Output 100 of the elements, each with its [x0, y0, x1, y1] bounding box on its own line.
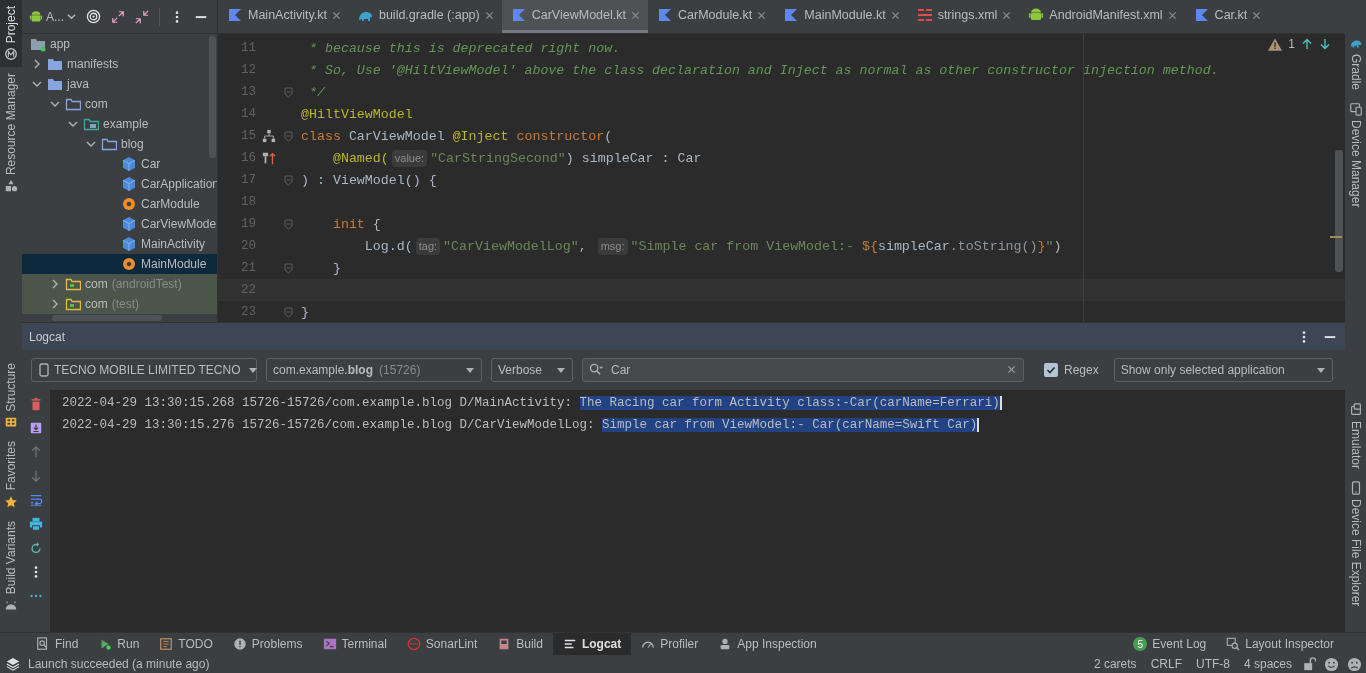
checkbox[interactable] — [1044, 363, 1058, 377]
tree-item[interactable]: MainModule — [22, 254, 217, 274]
close-icon[interactable] — [1252, 10, 1262, 20]
code-line: * So, Use '@HiltViewModel' above the class declaration and Inject as normal as other constructor injection method. — [307, 62, 1219, 78]
collapse-icon[interactable] — [135, 9, 149, 24]
tool-window-button[interactable]: Emulator — [1345, 396, 1366, 475]
item-label: com — [85, 277, 108, 291]
tool-window-button[interactable]: Gradle — [1345, 30, 1366, 97]
tool-window-button[interactable]: Build Variants — [0, 514, 22, 618]
checkbox-label[interactable]: Regex — [1064, 363, 1099, 377]
tool-window-tab[interactable]: Layout Inspector — [1216, 633, 1344, 655]
close-icon[interactable] — [890, 10, 900, 20]
folder-icon — [65, 276, 81, 292]
code-line: init { — [331, 216, 381, 232]
tool-window-tab[interactable]: Terminal — [312, 633, 397, 655]
frown-icon[interactable] — [1347, 656, 1362, 672]
tree-item[interactable]: java — [22, 74, 217, 94]
layers-icon[interactable] — [6, 657, 20, 671]
circle-icon — [4, 47, 18, 62]
editor-tab[interactable]: Car.kt — [1184, 0, 1270, 33]
lines-icon — [562, 637, 577, 651]
close-icon[interactable] — [757, 10, 767, 20]
filter-dropdown[interactable]: Show only selected application — [1113, 358, 1333, 382]
scroll-end-icon[interactable] — [29, 421, 43, 435]
code-text: "CarViewModelLog" — [443, 238, 579, 254]
tree-item[interactable]: com — [22, 94, 217, 114]
close-icon[interactable] — [1167, 10, 1177, 20]
k-shape-icon — [227, 7, 243, 23]
close-icon[interactable] — [484, 10, 494, 20]
folder-icon — [47, 56, 63, 72]
tool-window-tab[interactable]: Run — [88, 633, 150, 655]
status-item[interactable]: 2 carets — [1090, 657, 1140, 671]
code-text: @Named( — [331, 150, 389, 166]
tree-item[interactable]: MainActivity — [22, 234, 217, 254]
cube-icon — [121, 236, 137, 252]
tool-window-button[interactable]: Structure — [0, 356, 22, 436]
item-label: com — [85, 97, 108, 111]
tree-item[interactable]: app — [22, 34, 217, 54]
code-line: * because this is deprecated right now. — [307, 40, 621, 56]
view-selector[interactable]: A... — [29, 9, 76, 24]
tool-window-button[interactable]: Project — [0, 0, 22, 68]
unlocked-icon[interactable] — [1303, 657, 1316, 671]
printer-icon[interactable] — [29, 517, 43, 531]
status-item[interactable]: 4 spaces — [1240, 657, 1295, 671]
editor-tab[interactable]: CarViewModel.kt — [501, 0, 648, 33]
folder-icon — [65, 96, 81, 112]
tool-window-tab[interactable]: TODO — [149, 633, 223, 655]
tool-window-tab[interactable]: App Inspection — [708, 633, 827, 655]
clear-icon[interactable] — [1007, 365, 1016, 374]
tool-window-button[interactable]: Device File Explorer — [1345, 474, 1366, 612]
tool-window-button[interactable]: Device Manager — [1345, 96, 1366, 214]
search-field[interactable]: Car — [582, 358, 1024, 382]
code-line: class CarViewModel @Inject constructor( — [301, 128, 613, 144]
parameter-hint: tag: — [415, 237, 441, 255]
wrap-icon[interactable] — [29, 493, 43, 507]
status-item[interactable]: UTF-8 — [1192, 657, 1233, 671]
tool-window-tab[interactable]: Find — [26, 633, 89, 655]
tree-item[interactable]: com (test) — [22, 294, 217, 314]
restart-icon[interactable] — [29, 541, 43, 555]
tree-item[interactable]: Car — [22, 154, 217, 174]
close-icon[interactable] — [331, 10, 341, 20]
search-icon — [589, 363, 604, 376]
close-icon[interactable] — [1002, 10, 1012, 20]
hierarchy-icon[interactable] — [262, 129, 276, 143]
tree-item[interactable]: com (androidTest) — [22, 274, 217, 294]
code-line: } — [301, 304, 309, 320]
item-note: (test) — [111, 297, 139, 311]
process-dropdown[interactable]: com.example.blog (15726) — [266, 358, 482, 382]
tool-window-tab[interactable]: Logcat — [552, 633, 632, 655]
editor-tab[interactable]: strings.xml — [907, 0, 1020, 33]
expand-icon[interactable] — [111, 9, 125, 24]
editor-tab[interactable]: MainActivity.kt — [218, 0, 349, 33]
tree-item[interactable]: blog — [22, 134, 217, 154]
folder-icon — [83, 116, 99, 132]
code-text: "Simple car from ViewModel:- — [630, 238, 855, 254]
tool-window-tab[interactable]: Build — [487, 633, 553, 655]
device-dropdown[interactable]: TECNO MOBILE LIMITED TECNO — [31, 358, 257, 382]
smile-icon[interactable] — [1324, 656, 1339, 672]
parameter-hint: value: — [391, 149, 428, 167]
tool-window-tab[interactable]: Profiler — [631, 633, 709, 655]
tree-item[interactable]: CarModule — [22, 194, 217, 214]
up-arrow-icon[interactable] — [1301, 38, 1313, 50]
tool-window-tab[interactable]: 5 Event Log — [1123, 633, 1217, 655]
trash-icon[interactable] — [29, 397, 43, 411]
status-item[interactable]: CRLF — [1147, 657, 1185, 671]
target-icon[interactable] — [86, 9, 101, 24]
log-level-dropdown[interactable]: Verbose — [491, 358, 573, 382]
injection-icon[interactable] — [262, 151, 276, 165]
line-number: 13 — [240, 85, 256, 99]
editor-tab[interactable]: AndroidManifest.xml — [1019, 0, 1185, 33]
editor-tab[interactable]: MainModule.kt — [774, 0, 908, 33]
tool-window-button[interactable]: Favorites — [0, 435, 22, 515]
tool-window-tab[interactable]: Problems — [222, 633, 313, 655]
tree-item[interactable]: manifests — [22, 54, 217, 74]
down-arrow-icon[interactable] — [1319, 38, 1331, 50]
tool-window-tab[interactable]: SonarLint — [396, 633, 488, 655]
editor-tab[interactable]: CarModule.kt — [648, 0, 775, 33]
editor-tab[interactable]: build.gradle (:app) — [348, 0, 502, 33]
tree-item[interactable]: example — [22, 114, 217, 134]
tool-window-button[interactable]: Resource Manager — [0, 67, 22, 200]
